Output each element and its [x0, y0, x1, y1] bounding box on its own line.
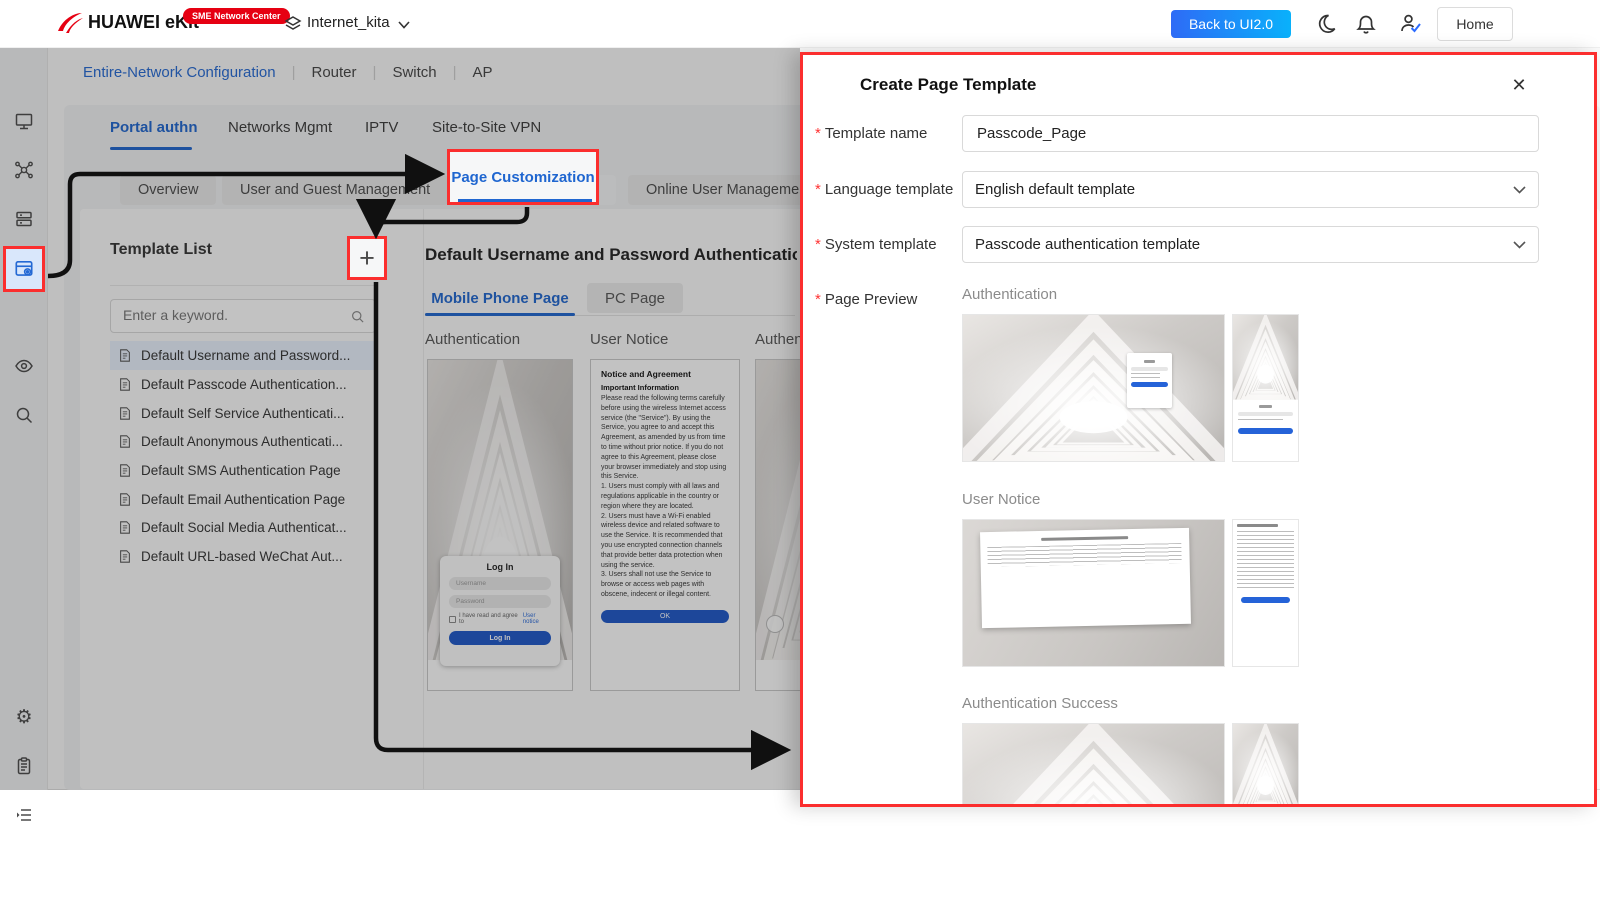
preview-success-pc-thumbnail — [962, 723, 1225, 807]
tunnel-background-image — [963, 315, 1224, 461]
chevron-down-icon — [1513, 241, 1526, 249]
language-template-label: * Language template — [815, 181, 960, 198]
page-preview-label: * Page Preview — [815, 291, 960, 308]
layers-icon — [283, 14, 303, 34]
active-tab-underline — [458, 199, 592, 202]
template-name-input[interactable] — [975, 124, 1526, 143]
bell-icon[interactable] — [1354, 12, 1378, 36]
page-template-icon[interactable] — [13, 258, 35, 280]
tunnel-background-image — [963, 724, 1224, 807]
mini-login-card — [1127, 353, 1171, 408]
preview-notice-pc-thumbnail — [962, 519, 1225, 667]
menu-indent-icon[interactable] — [0, 791, 48, 839]
chevron-down-icon[interactable] — [398, 21, 410, 29]
preview-section-authentication: Authentication — [962, 286, 1057, 303]
annotation-box-sidebar — [3, 246, 45, 292]
preview-success-mobile-thumbnail — [1232, 723, 1299, 807]
mini-notice-panel — [1233, 520, 1298, 607]
language-template-select[interactable]: English default template — [962, 171, 1539, 208]
annotation-box-page-customization[interactable]: Page Customization — [447, 149, 599, 205]
annotation-box-add-template[interactable]: + — [347, 236, 387, 280]
create-page-template-drawer: Create Page Template ✕ * Template name *… — [800, 52, 1597, 807]
preview-notice-mobile-thumbnail — [1232, 519, 1299, 667]
close-icon[interactable]: ✕ — [1505, 71, 1533, 99]
back-to-ui2-button[interactable]: Back to UI2.0 — [1171, 10, 1291, 38]
add-template-button[interactable]: + — [359, 243, 375, 274]
chevron-down-icon — [1513, 186, 1526, 194]
brand-badge: SME Network Center — [183, 8, 290, 24]
huawei-logo-icon — [56, 10, 84, 38]
system-template-label: * System template — [815, 236, 960, 253]
template-name-field — [962, 115, 1539, 152]
system-template-select[interactable]: Passcode authentication template — [962, 226, 1539, 263]
mini-notice-panel — [980, 528, 1191, 629]
preview-auth-pc-thumbnail — [962, 314, 1225, 462]
site-selector[interactable]: Internet_kita — [307, 14, 390, 31]
app-window: HUAWEI eKit SME Network Center Internet_… — [0, 0, 1600, 900]
modal-dim-overlay — [0, 48, 800, 790]
mini-login-card — [1233, 400, 1298, 437]
user-check-icon[interactable] — [1398, 12, 1422, 36]
preview-section-auth-success: Authentication Success — [962, 695, 1118, 712]
top-bar: HUAWEI eKit SME Network Center Internet_… — [0, 0, 1600, 48]
tunnel-background-image — [1233, 315, 1298, 400]
moon-icon[interactable] — [1314, 12, 1338, 36]
preview-section-user-notice: User Notice — [962, 491, 1040, 508]
preview-auth-mobile-thumbnail — [1232, 314, 1299, 462]
tunnel-background-image — [1233, 724, 1298, 807]
drawer-title: Create Page Template — [860, 75, 1036, 95]
home-button[interactable]: Home — [1437, 7, 1513, 41]
template-name-label: * Template name — [815, 125, 960, 142]
